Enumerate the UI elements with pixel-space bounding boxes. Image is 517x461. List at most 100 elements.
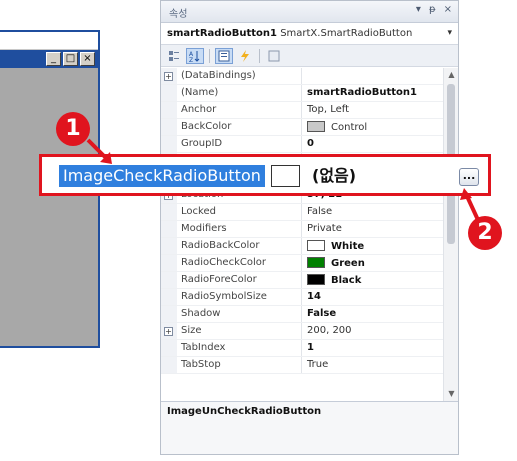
- property-name: RadioBackColor: [181, 240, 260, 251]
- maximize-button[interactable]: □: [63, 52, 78, 66]
- property-value[interactable]: False: [307, 308, 336, 319]
- column-divider: [301, 357, 302, 373]
- object-type: SmartX.SmartRadioButton: [280, 28, 413, 39]
- events-icon[interactable]: [236, 48, 254, 64]
- expand-icon[interactable]: +: [164, 72, 173, 81]
- step1-marker: 1: [56, 112, 90, 146]
- property-row[interactable]: Anchor Top, Left: [161, 102, 444, 119]
- properties-icon[interactable]: [215, 47, 233, 64]
- dropdown-icon[interactable]: ▾: [416, 4, 421, 15]
- minimize-button[interactable]: _: [46, 52, 61, 66]
- row-gutter: [161, 102, 177, 118]
- categorized-icon[interactable]: [165, 48, 183, 64]
- svg-text:Z: Z: [189, 57, 193, 62]
- property-value[interactable]: 0: [307, 138, 314, 149]
- toolbar-separator: [209, 48, 210, 63]
- property-value[interactable]: 1: [307, 342, 314, 353]
- property-value[interactable]: Green: [307, 257, 365, 269]
- property-row[interactable]: Locked False: [161, 204, 444, 221]
- property-row[interactable]: (Name) smartRadioButton1: [161, 85, 444, 102]
- property-name: BackColor: [181, 121, 232, 132]
- property-row[interactable]: Shadow False: [161, 306, 444, 323]
- property-value-text: Top, Left: [307, 104, 350, 115]
- property-row[interactable]: RadioBackColor White: [161, 238, 444, 255]
- column-divider: [301, 272, 302, 288]
- property-value-text: 0: [307, 138, 314, 149]
- property-name: RadioCheckColor: [181, 257, 266, 268]
- properties-toolbar: AZ: [161, 45, 458, 67]
- property-value[interactable]: Private: [307, 223, 342, 234]
- row-gutter: [161, 340, 177, 356]
- close-button[interactable]: ×: [80, 52, 95, 66]
- property-row[interactable]: Modifiers Private: [161, 221, 444, 238]
- alphabetical-icon[interactable]: AZ: [186, 47, 204, 64]
- object-selector[interactable]: smartRadioButton1 SmartX.SmartRadioButto…: [161, 23, 458, 45]
- vertical-scrollbar[interactable]: ▲ ▼: [443, 68, 458, 401]
- column-divider: [301, 68, 302, 84]
- property-row[interactable]: GroupID 0: [161, 136, 444, 153]
- property-name: Anchor: [181, 104, 217, 115]
- column-divider: [301, 238, 302, 254]
- row-gutter: [161, 204, 177, 220]
- property-row[interactable]: RadioForeColor Black: [161, 272, 444, 289]
- description-pane: ImageUnCheckRadioButton: [161, 401, 458, 454]
- property-row[interactable]: RadioSymbolSize 14: [161, 289, 444, 306]
- close-icon[interactable]: ×: [444, 4, 452, 15]
- highlighted-property-name: ImageCheckRadioButton: [59, 165, 265, 187]
- property-row[interactable]: + (DataBindings): [161, 68, 444, 85]
- row-gutter: [161, 255, 177, 271]
- property-name: GroupID: [181, 138, 223, 149]
- property-value-text: 1: [307, 342, 314, 353]
- property-value[interactable]: White: [307, 240, 364, 252]
- property-value[interactable]: Black: [307, 274, 361, 286]
- ellipsis-button[interactable]: ...: [459, 168, 479, 186]
- form-body: [0, 68, 98, 346]
- row-gutter: [161, 238, 177, 254]
- expand-icon[interactable]: +: [164, 327, 173, 336]
- row-gutter: [161, 306, 177, 322]
- property-value-text: Private: [307, 223, 342, 234]
- column-divider: [301, 306, 302, 322]
- property-value[interactable]: Control: [307, 121, 367, 133]
- property-value-text: White: [331, 241, 365, 252]
- form-top-strip: [0, 32, 98, 50]
- step2-marker: 2: [468, 216, 502, 250]
- color-swatch: [307, 274, 325, 285]
- property-row[interactable]: TabStop True: [161, 357, 444, 374]
- property-value-text: Black: [331, 275, 362, 286]
- property-value[interactable]: False: [307, 206, 332, 217]
- property-value[interactable]: Top, Left: [307, 104, 349, 115]
- row-gutter: [161, 136, 177, 152]
- property-value[interactable]: smartRadioButton1: [307, 87, 417, 98]
- property-value-text: smartRadioButton1: [307, 87, 417, 98]
- property-value-text: False: [307, 206, 333, 217]
- highlighted-property-value: (없음): [312, 166, 357, 185]
- column-divider: [301, 85, 302, 101]
- pin-icon[interactable]: ᵽ: [429, 4, 436, 15]
- chevron-down-icon[interactable]: ▾: [447, 28, 452, 38]
- property-name: TabStop: [181, 359, 221, 370]
- property-row[interactable]: BackColor Control: [161, 119, 444, 136]
- properties-window: 속성 ▾ ᵽ × smartRadioButton1 SmartX.SmartR…: [160, 0, 459, 455]
- property-name: RadioSymbolSize: [181, 291, 267, 302]
- property-row[interactable]: RadioCheckColor Green: [161, 255, 444, 272]
- column-divider: [301, 221, 302, 237]
- scroll-down-icon[interactable]: ▼: [444, 387, 459, 401]
- row-gutter: [161, 357, 177, 373]
- property-value-text: True: [307, 359, 329, 370]
- property-value-text: 14: [307, 291, 321, 302]
- row-gutter: [161, 289, 177, 305]
- property-pages-icon[interactable]: [265, 48, 283, 64]
- color-swatch: [307, 121, 325, 132]
- property-name: Modifiers: [181, 223, 227, 234]
- property-row[interactable]: TabIndex 1: [161, 340, 444, 357]
- column-divider: [301, 323, 302, 339]
- property-name: Locked: [181, 206, 216, 217]
- property-value[interactable]: True: [307, 359, 328, 370]
- property-value[interactable]: 14: [307, 291, 321, 302]
- property-value[interactable]: 200, 200: [307, 325, 352, 336]
- object-name: smartRadioButton1: [167, 28, 277, 39]
- scroll-up-icon[interactable]: ▲: [444, 68, 459, 82]
- property-row[interactable]: + Size 200, 200: [161, 323, 444, 340]
- property-grid: + (DataBindings) (Name) smartRadioButton1 An…: [161, 68, 444, 401]
